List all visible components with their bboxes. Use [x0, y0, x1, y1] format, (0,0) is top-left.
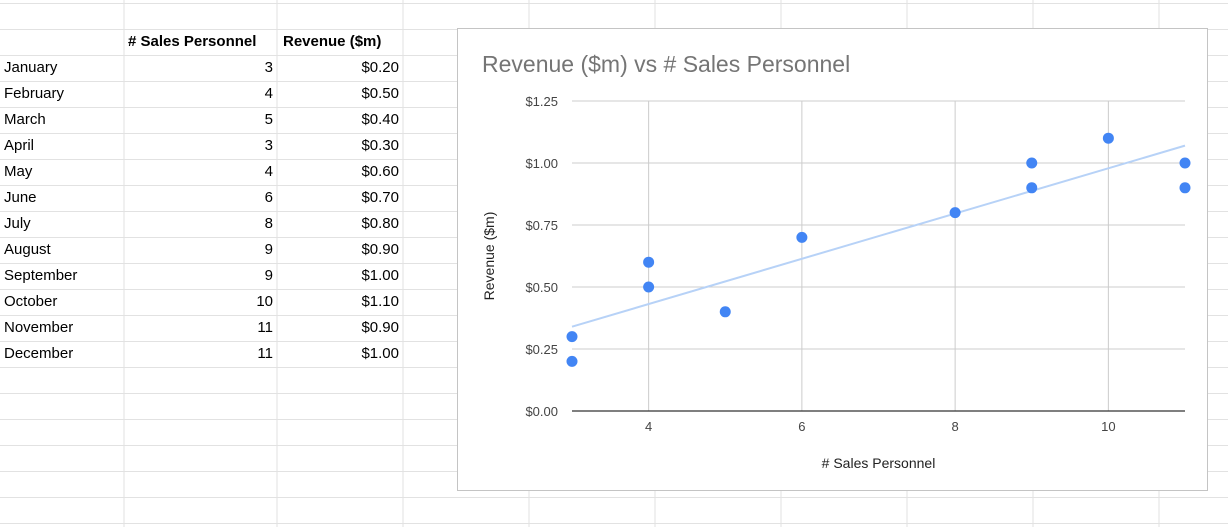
- header-revenue: Revenue ($m): [283, 33, 382, 50]
- data-point: [1179, 157, 1191, 169]
- data-point: [566, 331, 578, 343]
- y-tick-label: $1.25: [525, 94, 558, 109]
- month-cell: February: [4, 85, 65, 102]
- y-tick-label: $0.50: [525, 280, 558, 295]
- revenue-cell: $1.00: [361, 267, 399, 284]
- sales-personnel-cell: 11: [257, 345, 273, 362]
- y-tick-label: $0.75: [525, 218, 558, 233]
- data-point: [796, 231, 808, 243]
- trendline: [571, 144, 1186, 328]
- month-cell: September: [4, 267, 78, 284]
- sales-personnel-cell: 4: [264, 163, 273, 180]
- x-tick-label: 6: [798, 419, 805, 434]
- revenue-cell: $0.20: [361, 59, 399, 76]
- y-tick-label: $0.25: [525, 342, 558, 357]
- revenue-cell: $1.00: [361, 345, 399, 362]
- revenue-cell: $0.60: [361, 163, 399, 180]
- sales-personnel-cell: 10: [256, 293, 273, 310]
- month-cell: May: [4, 163, 33, 180]
- data-point: [566, 355, 578, 367]
- month-cell: July: [4, 215, 31, 232]
- month-cell: August: [4, 241, 51, 258]
- revenue-cell: $0.40: [361, 111, 399, 128]
- revenue-cell: $0.30: [361, 137, 399, 154]
- sales-personnel-cell: 9: [264, 267, 273, 284]
- revenue-cell: $0.50: [361, 85, 399, 102]
- data-point: [949, 207, 961, 219]
- data-point: [1102, 132, 1114, 144]
- revenue-cell: $0.80: [361, 215, 399, 232]
- data-point: [643, 281, 655, 293]
- scatter-chart[interactable]: Revenue ($m) vs # Sales Personnel $0.00 $…: [457, 28, 1208, 491]
- data-point: [1026, 182, 1038, 194]
- header-sales-personnel: # Sales Personnel: [128, 33, 257, 50]
- sales-personnel-cell: 3: [264, 137, 273, 154]
- month-cell: November: [4, 319, 74, 336]
- data-point: [1026, 157, 1038, 169]
- month-cell: April: [4, 137, 35, 154]
- sales-personnel-cell: 6: [264, 189, 273, 206]
- sales-personnel-cell: 4: [264, 85, 273, 102]
- data-point: [643, 256, 655, 268]
- revenue-cell: $0.90: [361, 319, 399, 336]
- month-cell: October: [4, 293, 58, 310]
- sales-personnel-cell: 9: [264, 241, 273, 258]
- sales-personnel-cell: 8: [264, 215, 273, 232]
- revenue-cell: $0.90: [361, 241, 399, 258]
- month-cell: March: [4, 111, 46, 128]
- month-cell: January: [4, 59, 58, 76]
- month-cell: December: [4, 345, 74, 362]
- data-point: [719, 306, 731, 318]
- x-tick-label: 8: [952, 419, 959, 434]
- revenue-cell: $1.10: [361, 293, 399, 310]
- month-cell: June: [4, 189, 37, 206]
- sales-personnel-cell: 5: [264, 111, 273, 128]
- x-tick-label: 10: [1101, 419, 1115, 434]
- sales-personnel-cell: 11: [257, 319, 273, 336]
- y-tick-label: $0.00: [525, 404, 558, 419]
- x-tick-label: 4: [645, 419, 652, 434]
- x-axis-title: # Sales Personnel: [822, 455, 936, 471]
- data-point: [1179, 182, 1191, 194]
- y-axis-title: Revenue ($m): [481, 212, 497, 301]
- sales-personnel-cell: 3: [264, 59, 273, 76]
- y-tick-label: $1.00: [525, 156, 558, 171]
- revenue-cell: $0.70: [361, 189, 399, 206]
- chart-plot-area: $0.00 $0.25 $0.50 $0.75 $1.00 $1.25 4 6 8 10 # Sal…: [481, 94, 1191, 471]
